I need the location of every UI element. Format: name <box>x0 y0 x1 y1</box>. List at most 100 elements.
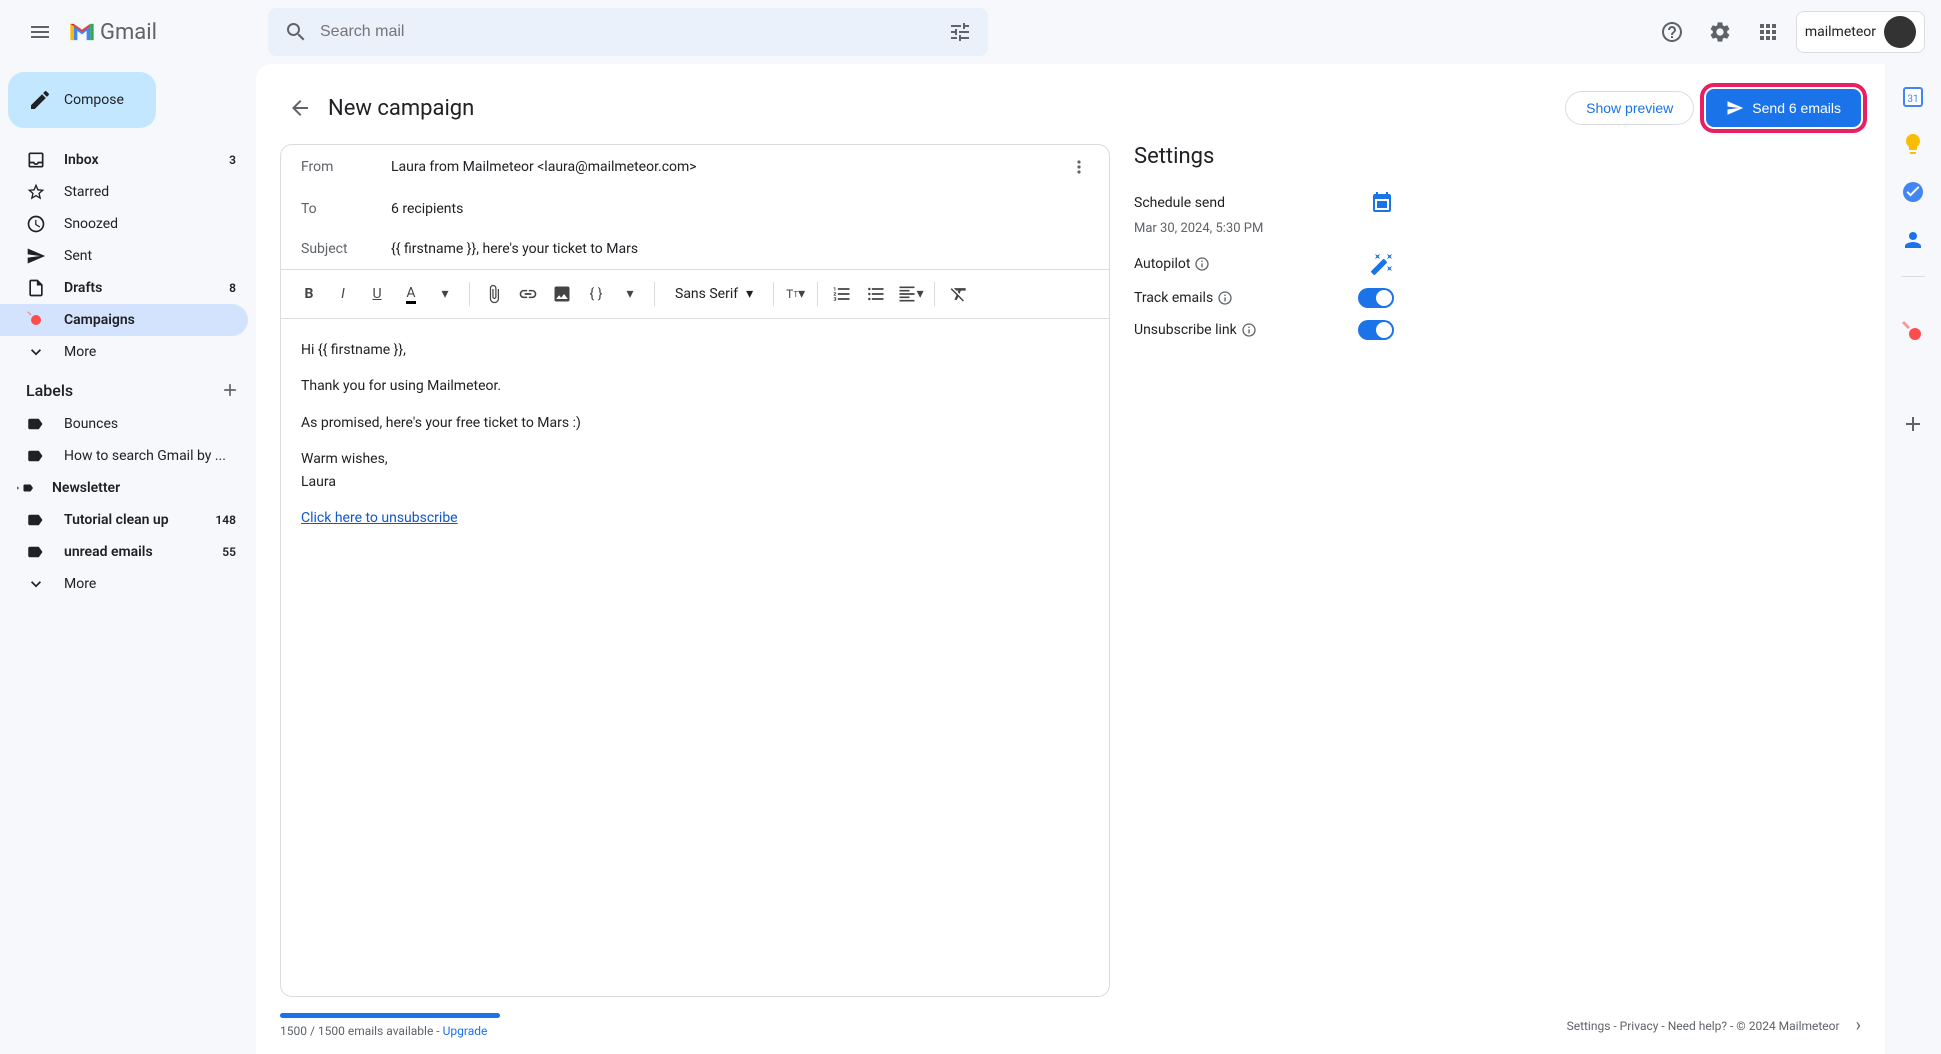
from-menu-button[interactable] <box>1069 157 1089 177</box>
body-line2: As promised, here's your free ticket to … <box>301 412 1089 434</box>
keep-app-icon[interactable] <box>1901 132 1925 156</box>
nav-label: Inbox <box>64 152 229 168</box>
subject-field[interactable]: Subject {{ firstname }}, here's your tic… <box>281 229 1109 269</box>
autopilot-setting[interactable]: Autopilot <box>1134 246 1394 282</box>
wand-icon[interactable] <box>1370 252 1394 276</box>
align-button[interactable]: ▾ <box>894 278 926 310</box>
inbox-icon <box>26 150 46 170</box>
search-input[interactable] <box>320 23 948 41</box>
body-closing2: Laura <box>301 474 336 490</box>
tasks-app-icon[interactable] <box>1901 180 1925 204</box>
variable-button[interactable]: { } <box>580 278 612 310</box>
sidebar-item-starred[interactable]: Starred <box>0 176 248 208</box>
list-numbered-icon <box>832 284 852 304</box>
nav-label: Sent <box>64 248 236 264</box>
mailmeteor-app-icon[interactable] <box>1901 320 1925 344</box>
bullet-list-button[interactable] <box>860 278 892 310</box>
upgrade-link[interactable]: Upgrade <box>443 1024 488 1038</box>
show-preview-button[interactable]: Show preview <box>1565 91 1694 125</box>
labels-header: Labels <box>0 368 256 408</box>
star-icon <box>26 182 46 202</box>
label-item-howto[interactable]: How to search Gmail by ... <box>0 440 248 472</box>
label-icon <box>26 543 44 561</box>
dropdown-button[interactable]: ▾ <box>429 278 461 310</box>
label-item-tutorial[interactable]: Tutorial clean up 148 <box>0 504 248 536</box>
add-app-button[interactable] <box>1901 412 1925 436</box>
underline-button[interactable]: U <box>361 278 393 310</box>
meteor-icon <box>26 310 46 330</box>
info-icon[interactable] <box>1194 256 1210 272</box>
italic-button[interactable]: I <box>327 278 359 310</box>
bold-button[interactable]: B <box>293 278 325 310</box>
font-selector[interactable]: Sans Serif▾ <box>663 286 765 302</box>
label-text: Newsletter <box>52 480 236 496</box>
font-size-button[interactable]: TT ▾ <box>782 278 809 310</box>
footer-links[interactable]: Settings - Privacy - Need help? - © 2024… <box>1567 1019 1840 1033</box>
settings-button[interactable] <box>1700 12 1740 52</box>
sidebar-item-snoozed[interactable]: Snoozed <box>0 208 248 240</box>
calendar-icon[interactable] <box>1370 191 1394 215</box>
body-line1: Thank you for using Mailmeteor. <box>301 375 1089 397</box>
attach-icon <box>484 284 504 304</box>
header: Gmail mailmeteor <box>0 0 1941 64</box>
help-button[interactable] <box>1652 12 1692 52</box>
to-field[interactable]: To 6 recipients <box>281 189 1109 229</box>
dropdown-button[interactable]: ▾ <box>614 278 646 310</box>
sidebar-item-sent[interactable]: Sent <box>0 240 248 272</box>
account-chip[interactable]: mailmeteor <box>1796 11 1925 53</box>
arrow-back-icon <box>288 96 312 120</box>
sidebar-item-drafts[interactable]: Drafts 8 <box>0 272 248 304</box>
schedule-send-setting[interactable]: Schedule send <box>1134 185 1394 221</box>
clear-format-button[interactable] <box>943 278 975 310</box>
contacts-app-icon[interactable] <box>1901 228 1925 252</box>
plus-icon[interactable] <box>220 380 240 400</box>
unsubscribe-setting[interactable]: Unsubscribe link <box>1134 314 1394 346</box>
label-icon <box>26 415 44 433</box>
content: New campaign Show preview Send 6 emails … <box>256 64 1885 1054</box>
editor-body[interactable]: Hi {{ firstname }}, Thank you for using … <box>281 319 1109 996</box>
label-count: 148 <box>215 513 236 527</box>
unsubscribe-toggle[interactable] <box>1358 320 1394 340</box>
track-emails-setting[interactable]: Track emails <box>1134 282 1394 314</box>
account-name: mailmeteor <box>1805 24 1876 40</box>
apps-button[interactable] <box>1748 12 1788 52</box>
unsubscribe-label: Unsubscribe link <box>1134 322 1237 338</box>
compose-button[interactable]: Compose <box>8 72 156 128</box>
info-icon[interactable] <box>1241 322 1257 338</box>
label-item-unread[interactable]: unread emails 55 <box>0 536 248 568</box>
info-icon[interactable] <box>1217 290 1233 306</box>
apps-icon <box>1756 20 1780 44</box>
label-item-newsletter[interactable]: Newsletter <box>0 472 248 504</box>
chevron-down-icon <box>26 574 46 594</box>
footer-chevron[interactable]: › <box>1856 1015 1861 1036</box>
label-item-more[interactable]: More <box>0 568 248 600</box>
tune-icon[interactable] <box>948 20 972 44</box>
track-toggle[interactable] <box>1358 288 1394 308</box>
attach-button[interactable] <box>478 278 510 310</box>
from-field[interactable]: From Laura from Mailmeteor <laura@mailme… <box>281 145 1109 189</box>
link-icon <box>518 284 538 304</box>
unsubscribe-link[interactable]: Click here to unsubscribe <box>301 510 458 526</box>
search-bar[interactable] <box>268 8 988 56</box>
editor-panel: From Laura from Mailmeteor <laura@mailme… <box>280 144 1110 997</box>
sidebar-item-campaigns[interactable]: Campaigns <box>0 304 248 336</box>
main-menu-button[interactable] <box>16 8 64 56</box>
file-icon <box>26 278 46 298</box>
chevron-down-icon <box>26 342 46 362</box>
numbered-list-button[interactable] <box>826 278 858 310</box>
sidebar-item-inbox[interactable]: Inbox 3 <box>0 144 248 176</box>
sidebar-item-more[interactable]: More <box>0 336 248 368</box>
nav-count: 3 <box>229 153 236 167</box>
logo-text: Gmail <box>100 20 157 45</box>
track-label: Track emails <box>1134 290 1213 306</box>
link-button[interactable] <box>512 278 544 310</box>
text-color-button[interactable]: A <box>395 278 427 310</box>
send-emails-button[interactable]: Send 6 emails <box>1706 89 1861 127</box>
label-item-bounces[interactable]: Bounces <box>0 408 248 440</box>
footer: 1500 / 1500 emails available - Upgrade S… <box>280 997 1861 1038</box>
gmail-logo[interactable]: Gmail <box>68 18 157 46</box>
image-button[interactable] <box>546 278 578 310</box>
send-icon <box>26 246 46 266</box>
calendar-app-icon[interactable]: 31 <box>1901 84 1925 108</box>
back-button[interactable] <box>280 88 320 128</box>
